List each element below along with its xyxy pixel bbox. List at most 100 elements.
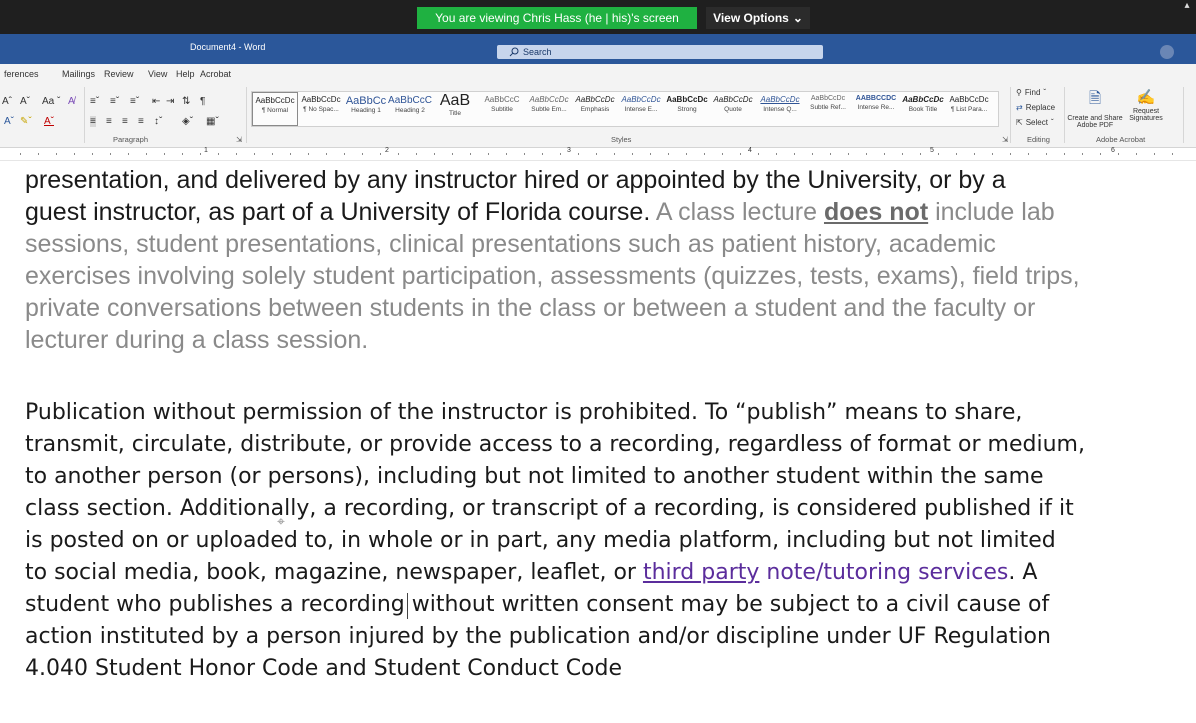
style-name: Heading 2 bbox=[395, 107, 425, 114]
sort-icon[interactable]: ⇅ bbox=[182, 96, 190, 107]
tab-help[interactable]: Help bbox=[176, 69, 195, 79]
word-title-bar: Document4 - Word Search bbox=[0, 34, 1196, 64]
third-party-link[interactable]: third party bbox=[643, 560, 759, 585]
text-line: transmit, circulate, distribute, or prov… bbox=[25, 432, 1085, 457]
style-heading-1[interactable]: AaBbCc Heading 1 bbox=[344, 92, 388, 126]
text-line: student who publishes a recording withou… bbox=[25, 592, 1050, 617]
style-name: Book Title bbox=[908, 106, 938, 113]
text-line: Publication without permission of the in… bbox=[25, 400, 1023, 425]
divider bbox=[1064, 87, 1065, 143]
document-canvas[interactable]: presentation, and delivered by any instr… bbox=[0, 160, 1196, 723]
text-line: 4.040 Student Honor Code and Student Con… bbox=[25, 656, 623, 681]
text-line: lecturer during a class session. bbox=[25, 326, 369, 354]
style-quote[interactable]: AaBbCcDc Quote bbox=[710, 92, 756, 126]
request-signatures-button[interactable]: ✍ Request Signatures bbox=[1124, 88, 1168, 122]
screen-share-banner: You are viewing Chris Hass (he | his)'s … bbox=[417, 7, 697, 29]
style-book-title[interactable]: AaBbCcDc Book Title bbox=[900, 92, 946, 126]
style-subtitle[interactable]: AaBbCcC Subtitle bbox=[478, 92, 526, 126]
style-heading-2[interactable]: AaBbCcC Heading 2 bbox=[388, 92, 432, 126]
styles-gallery: AaBbCcDc ¶ Normal AaBbCcDc ¶ No Spac... … bbox=[251, 91, 999, 127]
divider bbox=[84, 87, 85, 143]
style-sample: AaB bbox=[439, 92, 471, 109]
ribbon-tabs: ferences Mailings Review View Help Acrob… bbox=[0, 64, 1196, 84]
style-normal[interactable]: AaBbCcDc ¶ Normal bbox=[252, 92, 298, 126]
style-subtle-emphasis[interactable]: AaBbCcDc Subtle Em... bbox=[526, 92, 572, 126]
dialog-launcher-icon[interactable]: ⇲ bbox=[236, 135, 242, 144]
grow-font-button[interactable]: Aˆ bbox=[2, 96, 12, 107]
text-effects-icon[interactable]: Aˇ bbox=[4, 116, 14, 127]
search-input[interactable]: Search bbox=[497, 45, 823, 59]
style-sample: AaBbCcDc bbox=[529, 95, 569, 104]
style-sample: AaBbCcDc bbox=[949, 95, 989, 104]
style-sample: AaBbCcC bbox=[484, 95, 520, 104]
align-center-icon[interactable]: ≡ bbox=[106, 116, 112, 127]
create-share-pdf-button[interactable]: 🗎 Create and Share Adobe PDF bbox=[1066, 88, 1124, 129]
tab-mailings[interactable]: Mailings bbox=[62, 69, 95, 79]
style-no-spacing[interactable]: AaBbCcDc ¶ No Spac... bbox=[298, 92, 344, 126]
signature-icon: ✍ bbox=[1136, 89, 1156, 106]
shading-icon[interactable]: ◈ˇ bbox=[182, 116, 193, 127]
text-line: to social media, book, magazine, newspap… bbox=[25, 557, 1196, 589]
text-line: action instituted by a person injured by… bbox=[25, 624, 1051, 649]
dialog-launcher-icon[interactable]: ⇲ bbox=[1002, 135, 1008, 144]
search-icon bbox=[509, 47, 519, 57]
select-button[interactable]: ⇱ Select ˇ bbox=[1016, 118, 1054, 127]
style-sample: AaBbCcDc bbox=[713, 95, 753, 104]
styles-group-label: Styles bbox=[611, 135, 632, 144]
justify-icon[interactable]: ≡ bbox=[138, 116, 144, 127]
tab-view[interactable]: View bbox=[148, 69, 167, 79]
multilevel-list-icon[interactable]: ≡ˇ bbox=[130, 96, 139, 107]
numbering-icon[interactable]: ≡ˇ bbox=[110, 96, 119, 107]
window-control-icon[interactable]: ▴ bbox=[1178, 0, 1196, 11]
increase-indent-icon[interactable]: ⇥ bbox=[166, 96, 174, 107]
highlight-icon[interactable]: ✎ˇ bbox=[20, 116, 32, 127]
shrink-font-button[interactable]: Aˇ bbox=[20, 96, 30, 107]
divider bbox=[1183, 87, 1184, 143]
emphasis-text: does not bbox=[823, 198, 929, 226]
style-strong[interactable]: AaBbCcDc Strong bbox=[664, 92, 710, 126]
style-sample: AaBbCcDc bbox=[575, 95, 615, 104]
align-left-icon[interactable]: ≡ bbox=[90, 116, 96, 127]
style-name: ¶ List Para... bbox=[950, 106, 988, 113]
find-button[interactable]: ⚲ Find ˇ bbox=[1016, 88, 1046, 97]
decrease-indent-icon[interactable]: ⇤ bbox=[152, 96, 160, 107]
style-name: Title bbox=[448, 110, 462, 117]
replace-button[interactable]: ⇄ Replace bbox=[1016, 103, 1055, 112]
style-sample: AaBbCcDc bbox=[666, 95, 708, 104]
style-intense-quote[interactable]: AaBbCcDc Intense Q... bbox=[756, 92, 804, 126]
bullets-icon[interactable]: ≡ˇ bbox=[90, 96, 99, 107]
replace-icon: ⇄ bbox=[1016, 103, 1023, 112]
pilcrow-icon[interactable]: ¶ bbox=[200, 96, 205, 107]
line-spacing-icon[interactable]: ↕ˇ bbox=[154, 116, 162, 127]
find-label: Find bbox=[1024, 88, 1041, 97]
search-placeholder: Search bbox=[523, 47, 552, 57]
style-list-paragraph[interactable]: AaBbCcDc ¶ List Para... bbox=[946, 92, 992, 126]
tab-acrobat[interactable]: Acrobat bbox=[200, 69, 231, 79]
replace-label: Replace bbox=[1025, 103, 1056, 112]
paragraph-group-label: Paragraph bbox=[113, 135, 149, 144]
clear-formatting-icon[interactable]: A̸ bbox=[68, 96, 75, 107]
text-line: guest instructor, as part of a Universit… bbox=[25, 196, 1196, 228]
ruler-number: 2 bbox=[385, 147, 389, 154]
change-case-button[interactable]: Aa ˇ bbox=[42, 96, 60, 107]
divider bbox=[1010, 87, 1011, 143]
ruler-number: 4 bbox=[748, 147, 752, 154]
tab-references[interactable]: ferences bbox=[4, 69, 39, 79]
paragraph-publication[interactable]: Publication without permission of the in… bbox=[25, 397, 1196, 685]
paragraph-class-lecture[interactable]: presentation, and delivered by any instr… bbox=[25, 164, 1196, 356]
text-line: is posted on or uploaded to, in whole or… bbox=[25, 528, 1056, 553]
style-emphasis[interactable]: AaBbCcDc Emphasis bbox=[572, 92, 618, 126]
avatar[interactable] bbox=[1160, 45, 1174, 59]
borders-icon[interactable]: ▦ˇ bbox=[206, 116, 219, 127]
font-color-icon[interactable]: Aˇ bbox=[44, 116, 54, 127]
style-subtle-reference[interactable]: AaBbCcDc Subtle Ref... bbox=[804, 92, 852, 126]
tab-review[interactable]: Review bbox=[104, 69, 134, 79]
view-options-button[interactable]: View Options ⌄ bbox=[706, 7, 810, 29]
style-intense-emphasis[interactable]: AaBbCcDc Intense E... bbox=[618, 92, 664, 126]
style-title[interactable]: AaB Title bbox=[432, 92, 478, 126]
align-right-icon[interactable]: ≡ bbox=[122, 116, 128, 127]
acrobat-group-label: Adobe Acrobat bbox=[1096, 135, 1146, 144]
ruler-number: 1 bbox=[204, 147, 208, 154]
ruler-number: 5 bbox=[930, 147, 934, 154]
style-intense-reference[interactable]: AABBCCDC Intense Re... bbox=[852, 92, 900, 126]
